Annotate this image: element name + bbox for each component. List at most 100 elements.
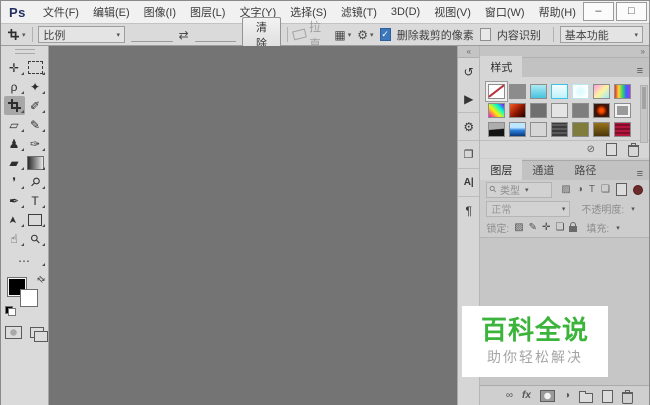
crop-ratio-select[interactable]: 比例▾ — [38, 26, 125, 43]
style-swatch[interactable] — [551, 84, 568, 99]
layer-effects-icon[interactable]: fx — [522, 391, 531, 401]
lock-position-icon[interactable]: ✛ — [542, 223, 550, 233]
style-swatch[interactable] — [614, 122, 631, 137]
lock-pixels-icon[interactable]: ✎ — [529, 223, 537, 233]
style-swatch[interactable] — [488, 103, 505, 118]
clone-stamp-tool[interactable]: ♟ — [4, 134, 25, 153]
swap-dimensions-icon[interactable]: ⇄ — [179, 28, 189, 42]
blur-tool[interactable]: ❜ — [4, 172, 25, 191]
character-panel-icon[interactable]: A| — [458, 168, 479, 196]
lock-transparent-icon[interactable]: ▨ — [514, 223, 523, 233]
actions-panel-icon[interactable]: ▶ — [458, 85, 479, 112]
adjustments-panel-icon[interactable]: ⚙ — [458, 112, 479, 140]
marquee-tool[interactable] — [25, 58, 46, 77]
delete-cropped-pixels-checkbox[interactable] — [380, 28, 391, 41]
quick-selection-tool[interactable]: ✦ — [25, 77, 46, 96]
rectangle-tool[interactable] — [25, 210, 46, 229]
style-swatch[interactable] — [572, 122, 589, 137]
delete-style-icon[interactable] — [628, 142, 639, 157]
edit-toolbar-button[interactable]: ⋯ — [4, 254, 46, 268]
menu-item[interactable]: 视图(V) — [427, 4, 478, 20]
type-tool[interactable]: T — [25, 191, 46, 210]
lock-all-icon[interactable] — [569, 223, 577, 232]
tab-layers[interactable]: 图层 — [480, 159, 522, 180]
expand-dock-button[interactable]: « — [458, 46, 479, 58]
paragraph-panel-icon[interactable]: ¶ — [458, 196, 479, 224]
style-swatch[interactable] — [551, 122, 568, 137]
filter-adjustment-layers-icon[interactable]: ◑ — [577, 185, 583, 195]
layers-panel-menu-icon[interactable]: ≡ — [637, 168, 649, 180]
eraser-tool[interactable]: ▰ — [4, 153, 25, 172]
style-swatch[interactable] — [572, 84, 589, 99]
style-swatch[interactable] — [509, 84, 526, 99]
default-colors-icon[interactable] — [5, 306, 16, 316]
screen-mode-button[interactable] — [30, 327, 44, 338]
menu-item[interactable]: 编辑(E) — [86, 4, 137, 20]
menu-item[interactable]: 窗口(W) — [478, 4, 532, 20]
style-swatch[interactable] — [509, 103, 526, 118]
toolbar-grip[interactable] — [15, 49, 35, 54]
crop-overlay-options[interactable]: ▦▾ — [334, 28, 351, 42]
style-swatch[interactable] — [614, 84, 631, 99]
new-group-icon[interactable] — [579, 390, 593, 403]
menu-item[interactable]: 图像(I) — [137, 4, 183, 20]
menu-item[interactable]: 3D(D) — [384, 6, 427, 18]
history-panel-icon[interactable]: ↺ — [458, 58, 479, 85]
tab-paths[interactable]: 路径 — [564, 159, 606, 180]
styles-scrollbar[interactable] — [640, 85, 648, 143]
new-style-icon[interactable] — [606, 143, 617, 156]
background-color-swatch[interactable] — [20, 289, 38, 307]
style-swatch[interactable] — [488, 122, 505, 137]
minimize-button[interactable]: – — [583, 2, 614, 21]
hand-tool[interactable]: ☝ — [4, 229, 25, 248]
crop-tool[interactable] — [4, 96, 25, 115]
maximize-button[interactable]: □ — [616, 2, 647, 21]
crop-tool-preset[interactable]: ▾ — [7, 28, 26, 41]
style-swatch[interactable] — [530, 122, 547, 137]
style-swatch[interactable] — [488, 84, 505, 99]
style-swatch[interactable] — [551, 103, 568, 118]
lasso-tool[interactable]: ρ — [4, 77, 25, 96]
link-layers-icon[interactable]: ∞ — [506, 391, 513, 401]
filter-shape-layers-icon[interactable]: ❏ — [601, 185, 610, 195]
zoom-tool[interactable]: ⚲ — [25, 229, 46, 248]
dodge-tool[interactable]: ⚲ — [25, 172, 46, 191]
new-layer-icon[interactable] — [602, 390, 613, 403]
clear-style-icon[interactable]: ⊘ — [587, 145, 595, 155]
crop-width-input[interactable] — [131, 28, 173, 42]
style-swatch[interactable] — [593, 103, 610, 118]
content-aware-checkbox[interactable] — [480, 28, 491, 41]
layer-filter-select[interactable]: ⚲类型▾ — [486, 182, 552, 198]
document-canvas[interactable] — [49, 46, 457, 405]
pen-tool[interactable]: ✒ — [4, 191, 25, 210]
filter-smart-objects-icon[interactable] — [616, 183, 627, 196]
menu-item[interactable]: 帮助(H) — [532, 4, 583, 20]
style-swatch[interactable] — [593, 84, 610, 99]
blend-mode-select[interactable]: 正常▾ — [486, 201, 570, 217]
filter-pixel-layers-icon[interactable]: ▨ — [561, 185, 570, 195]
filter-type-layers-icon[interactable]: T — [589, 185, 595, 195]
menu-item[interactable]: 文件(F) — [36, 4, 86, 20]
path-selection-tool[interactable]: ➤ — [4, 210, 25, 229]
delete-layer-icon[interactable] — [622, 389, 633, 404]
style-swatch[interactable] — [572, 103, 589, 118]
tab-channels[interactable]: 通道 — [522, 159, 564, 180]
crop-height-input[interactable] — [195, 28, 237, 42]
add-mask-icon[interactable] — [540, 390, 555, 402]
style-swatch[interactable] — [530, 103, 547, 118]
menu-item[interactable]: 滤镜(T) — [334, 4, 384, 20]
swap-colors-icon[interactable]: ⇄ — [34, 273, 47, 286]
gradient-tool[interactable] — [25, 153, 46, 172]
styles-panel-menu-icon[interactable]: ≡ — [637, 65, 649, 77]
menu-item[interactable]: 图层(L) — [183, 4, 232, 20]
scrollbar-thumb[interactable] — [642, 87, 646, 109]
brush-tool[interactable]: ✎ — [25, 115, 46, 134]
healing-brush-tool[interactable]: ▱ — [4, 115, 25, 134]
eyedropper-tool[interactable]: ✐ — [25, 96, 46, 115]
move-tool[interactable]: ✛ — [4, 58, 25, 77]
crop-settings[interactable]: ⚙▾ — [357, 28, 373, 42]
adjustment-layer-icon[interactable]: ◑ — [564, 391, 570, 401]
style-swatch[interactable] — [593, 122, 610, 137]
clone-source-panel-icon[interactable]: ❐ — [458, 140, 479, 168]
workspace-select[interactable]: 基本功能▾ — [560, 26, 643, 43]
